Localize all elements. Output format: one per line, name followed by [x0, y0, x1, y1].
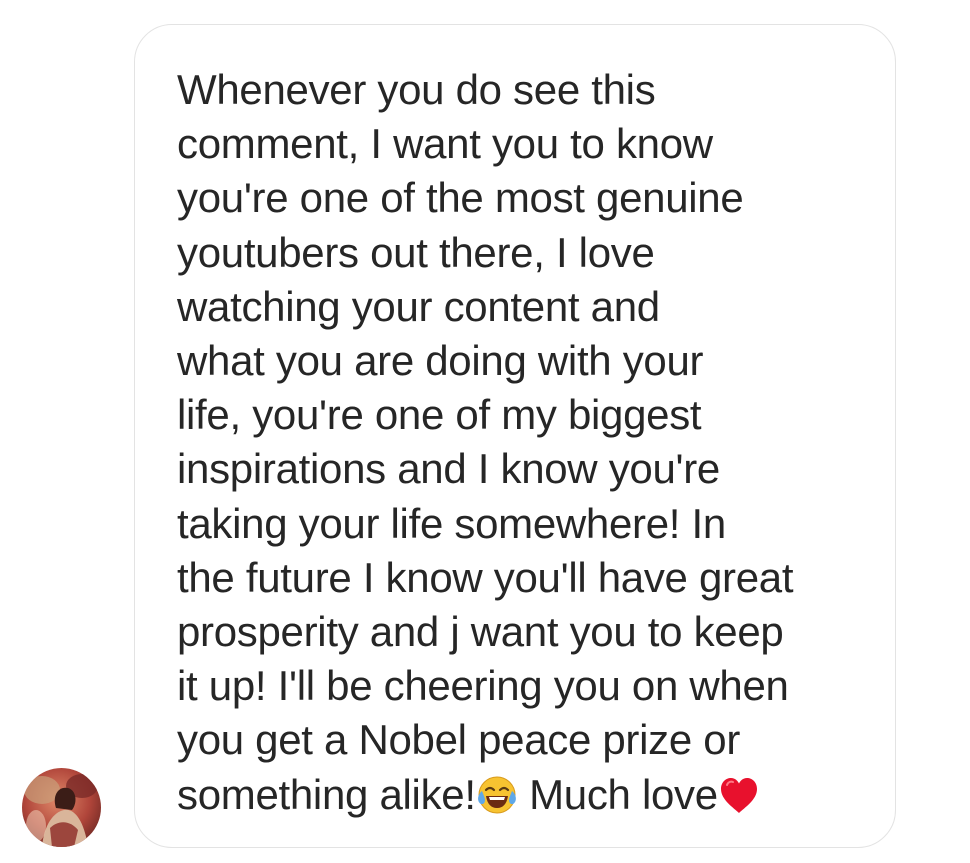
message-segment: Much love	[517, 770, 718, 818]
message-line: you're one of the most genuine	[177, 174, 744, 222]
message-line: life, you're one of my biggest	[177, 391, 702, 439]
message-line: the future I know you'll have great	[177, 553, 794, 601]
message-line: youtubers out there, I love	[177, 228, 655, 276]
face-with-tears-of-joy-icon	[476, 774, 518, 829]
message-segment: something alike!	[177, 770, 476, 818]
message-line: taking your life somewhere! In	[177, 499, 726, 547]
avatar[interactable]	[22, 768, 101, 847]
message-line: what you are doing with your	[177, 337, 704, 385]
red-heart-icon	[718, 775, 760, 829]
message-line: inspirations and I know you're	[177, 445, 720, 493]
message-line: comment, I want you to know	[177, 120, 713, 168]
message-text: Whenever you do see this comment, I want…	[177, 63, 877, 829]
avatar-image	[22, 768, 101, 847]
message-line-last: something alike! Much love	[177, 768, 877, 829]
message-line: prosperity and j want you to keep	[177, 608, 784, 656]
message-bubble[interactable]: Whenever you do see this comment, I want…	[134, 24, 896, 848]
message-line: Whenever you do see this	[177, 66, 656, 113]
message-line: you get a Nobel peace prize or	[177, 716, 741, 764]
message-line: it up! I'll be cheering you on when	[177, 662, 789, 710]
message-line: watching your content and	[177, 282, 660, 330]
